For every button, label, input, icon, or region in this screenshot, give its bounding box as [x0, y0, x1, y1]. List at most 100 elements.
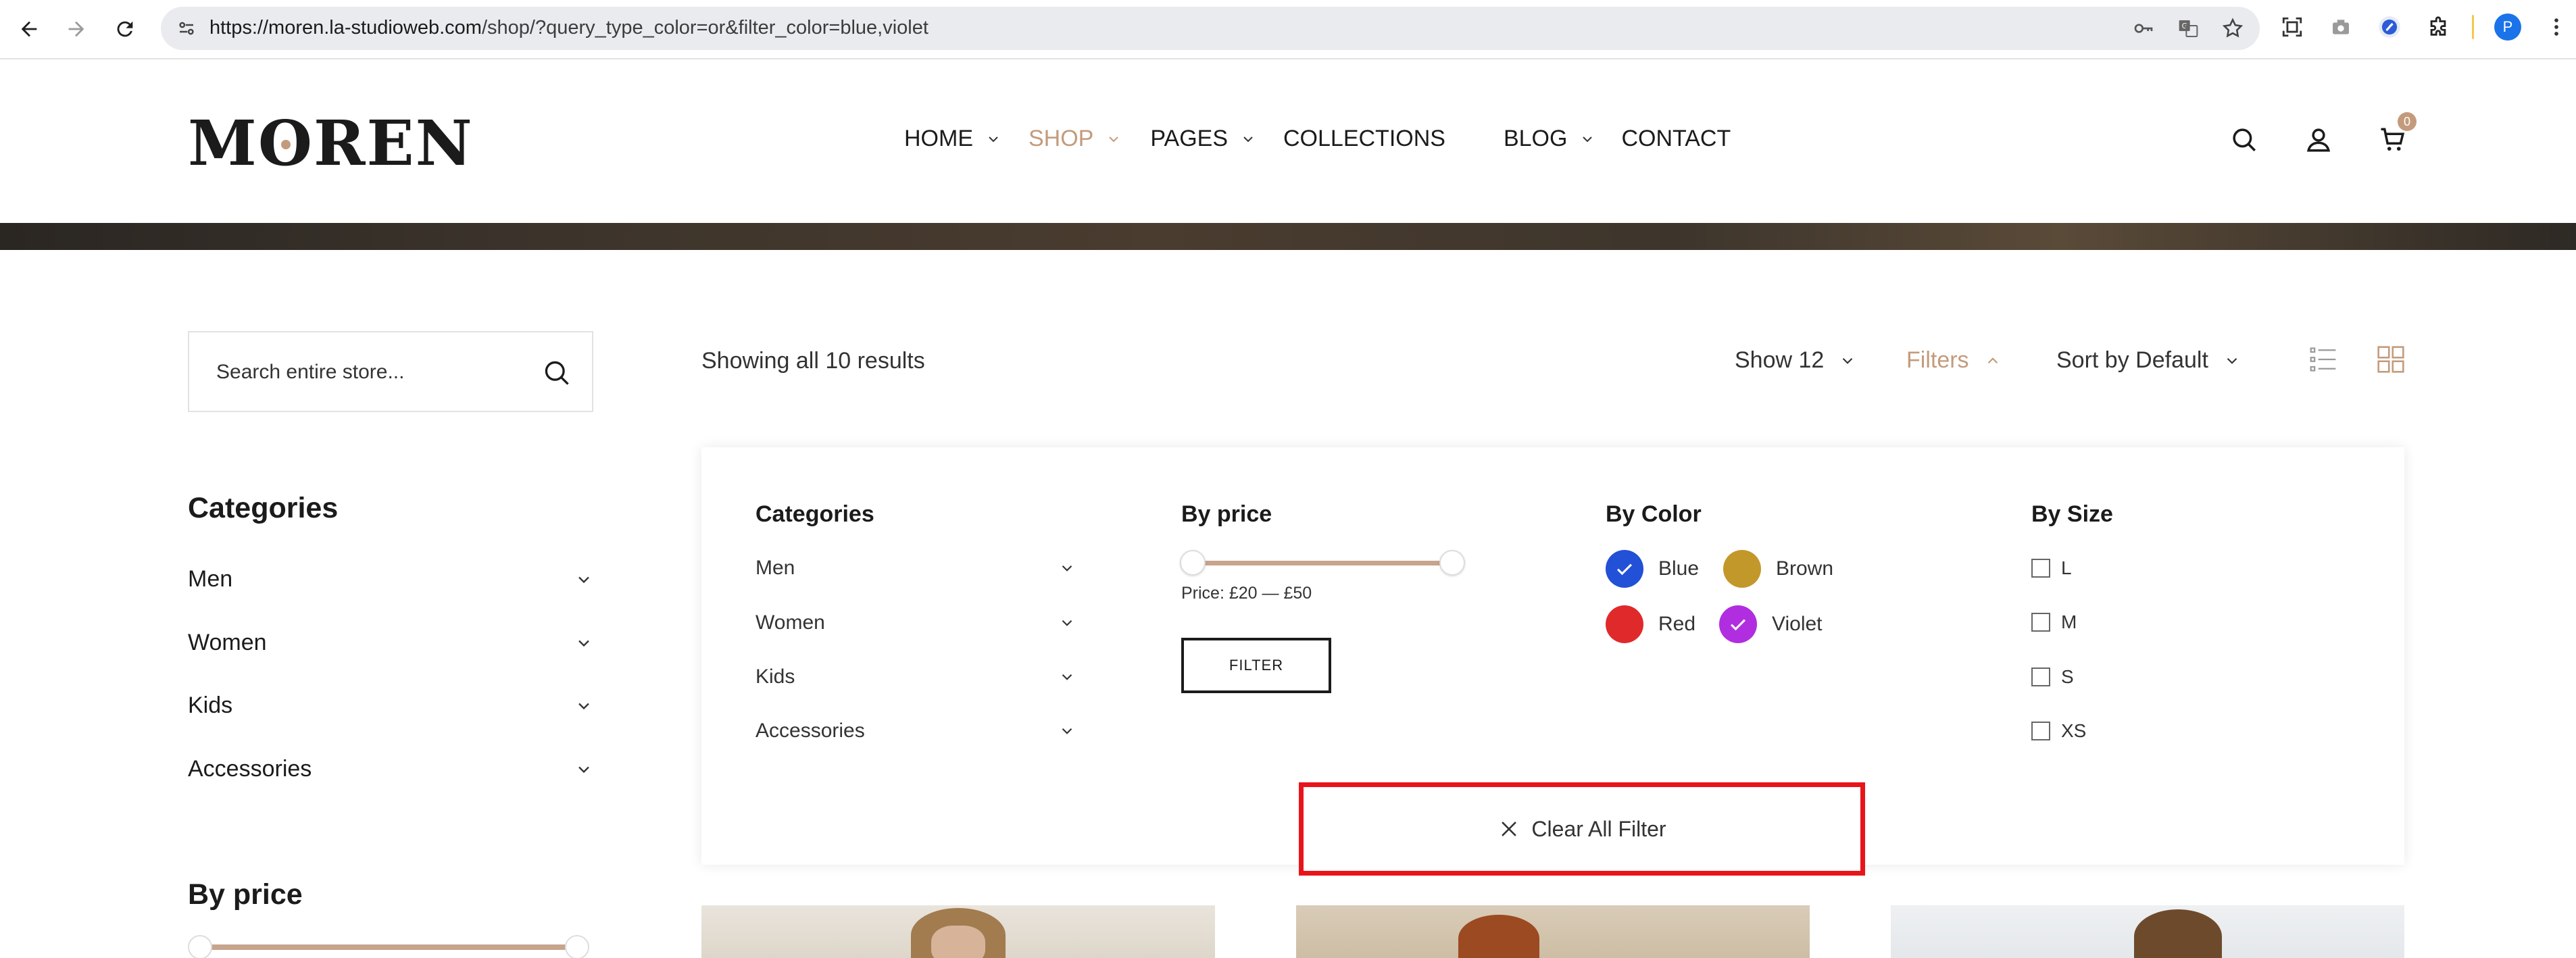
store-search-input[interactable]: Search entire store... — [188, 331, 593, 412]
browser-toolbar: https://moren.la-studioweb.com/shop/?que… — [0, 0, 2576, 59]
cart-button[interactable]: 0 — [2376, 112, 2417, 157]
header-search-button[interactable] — [2227, 123, 2261, 157]
show-per-page-label: Show 12 — [1735, 347, 1825, 373]
sidebar-price-slider[interactable] — [188, 935, 589, 958]
size-checkbox[interactable] — [2031, 667, 2050, 686]
filter-category-label: Kids — [756, 665, 795, 688]
price-min-handle[interactable] — [1180, 550, 1206, 576]
color-dot — [1606, 550, 1643, 588]
checkmark-icon — [1730, 619, 1746, 631]
filter-categories-title: Categories — [756, 501, 874, 527]
back-button[interactable] — [12, 12, 46, 46]
chevron-down-icon[interactable] — [574, 760, 593, 779]
chevron-down-icon[interactable] — [1058, 559, 1076, 577]
forward-button[interactable] — [59, 12, 93, 46]
color-swatch-violet[interactable]: Violet — [1719, 605, 1823, 643]
filter-price-title: By price — [1181, 501, 1272, 527]
chevron-down-icon[interactable] — [1058, 614, 1076, 632]
clear-all-filter-button[interactable]: Clear All Filter — [1299, 782, 1865, 876]
site-header: MOREN HOME SHOP PAGES COLLECTIONS BLOG C… — [0, 61, 2576, 223]
camera-icon[interactable] — [2326, 12, 2356, 42]
sidebar-category-accessories[interactable]: Accessories — [188, 756, 593, 782]
price-max-handle[interactable] — [565, 935, 589, 958]
reload-button[interactable] — [108, 12, 142, 46]
account-button[interactable] — [2302, 123, 2335, 157]
password-key-icon[interactable] — [2130, 15, 2157, 42]
color-dot — [1606, 605, 1643, 643]
sidebar-category-women[interactable]: Women — [188, 630, 593, 656]
size-option-l[interactable]: L — [2031, 557, 2072, 579]
extension-blue-icon[interactable] — [2375, 12, 2404, 42]
size-label: S — [2061, 666, 2074, 687]
size-checkbox[interactable] — [2031, 722, 2050, 740]
nav-pages[interactable]: PAGES — [1150, 126, 1256, 152]
profile-avatar[interactable]: P — [2493, 12, 2523, 42]
screenshot-icon[interactable] — [2277, 12, 2307, 42]
clear-all-filter-label: Clear All Filter — [1531, 816, 1666, 841]
sort-select[interactable]: Sort by Default — [2056, 347, 2241, 374]
translate-icon[interactable]: G — [2175, 15, 2202, 42]
color-swatch-red[interactable]: Red — [1606, 605, 1695, 643]
color-label: Brown — [1776, 557, 1834, 580]
nav-shop[interactable]: SHOP — [1029, 126, 1122, 152]
price-min-handle[interactable] — [188, 935, 212, 958]
filter-price-slider[interactable] — [1180, 550, 1465, 576]
product-card-image[interactable] — [701, 905, 1215, 958]
price-max-handle[interactable] — [1439, 550, 1465, 576]
chevron-down-icon — [1243, 136, 1253, 142]
chevron-down-icon[interactable] — [1058, 668, 1076, 686]
color-swatch-blue[interactable]: Blue — [1606, 550, 1699, 588]
extensions-puzzle-icon[interactable] — [2423, 12, 2453, 42]
sidebar-category-label: Men — [188, 566, 233, 592]
sidebar-category-kids[interactable]: Kids — [188, 692, 593, 719]
nav-home[interactable]: HOME — [904, 126, 1001, 152]
back-arrow-icon — [21, 21, 37, 37]
size-option-s[interactable]: S — [2031, 666, 2074, 688]
chevron-down-icon[interactable] — [574, 697, 593, 715]
search-icon[interactable] — [542, 358, 572, 388]
nav-blog-label: BLOG — [1503, 126, 1568, 151]
size-option-xs[interactable]: XS — [2031, 720, 2086, 742]
browser-menu-icon[interactable] — [2542, 12, 2571, 42]
color-label: Red — [1658, 613, 1696, 635]
filters-label: Filters — [1906, 347, 1969, 373]
product-card-image[interactable] — [1891, 905, 2404, 958]
checkmark-icon — [1616, 563, 1633, 576]
nav-contact[interactable]: CONTACT — [1621, 126, 1731, 152]
filter-category-women[interactable]: Women — [756, 611, 1076, 634]
grid-view-icon[interactable] — [2376, 345, 2406, 374]
bookmark-star-icon[interactable] — [2219, 15, 2246, 42]
toolbar-separator — [2472, 15, 2474, 39]
list-view-icon[interactable] — [2308, 345, 2338, 374]
site-info-icon[interactable] — [173, 15, 200, 42]
chevron-down-icon[interactable] — [574, 570, 593, 589]
size-option-m[interactable]: M — [2031, 611, 2077, 633]
color-dot — [1723, 550, 1761, 588]
site-logo[interactable]: MOREN — [188, 107, 474, 180]
nav-blog[interactable]: BLOG — [1504, 126, 1595, 152]
sort-label: Sort by Default — [2056, 347, 2208, 373]
results-count: Showing all 10 results — [701, 348, 925, 374]
nav-home-label: HOME — [904, 126, 973, 151]
nav-collections[interactable]: COLLECTIONS — [1283, 126, 1445, 152]
sidebar-price-title: By price — [188, 878, 303, 911]
filters-toggle[interactable]: Filters — [1906, 347, 2002, 374]
filter-category-kids[interactable]: Kids — [756, 665, 1076, 688]
chevron-down-icon[interactable] — [1058, 722, 1076, 740]
filter-category-accessories[interactable]: Accessories — [756, 720, 1076, 742]
color-dot — [1719, 605, 1757, 643]
price-filter-button[interactable]: FILTER — [1181, 638, 1331, 693]
size-label: L — [2061, 557, 2072, 578]
size-checkbox[interactable] — [2031, 559, 2050, 578]
address-bar[interactable]: https://moren.la-studioweb.com/shop/?que… — [161, 7, 2260, 50]
show-per-page-select[interactable]: Show 12 — [1735, 347, 1856, 374]
chevron-down-icon — [1109, 136, 1119, 142]
filter-category-label: Women — [756, 611, 825, 634]
size-checkbox[interactable] — [2031, 613, 2050, 632]
chevron-down-icon[interactable] — [574, 634, 593, 653]
color-swatch-brown[interactable]: Brown — [1723, 550, 1833, 588]
product-card-image[interactable] — [1296, 905, 1810, 958]
sidebar-category-men[interactable]: Men — [188, 566, 593, 593]
filter-category-men[interactable]: Men — [756, 557, 1076, 580]
sidebar-category-label: Women — [188, 630, 267, 655]
